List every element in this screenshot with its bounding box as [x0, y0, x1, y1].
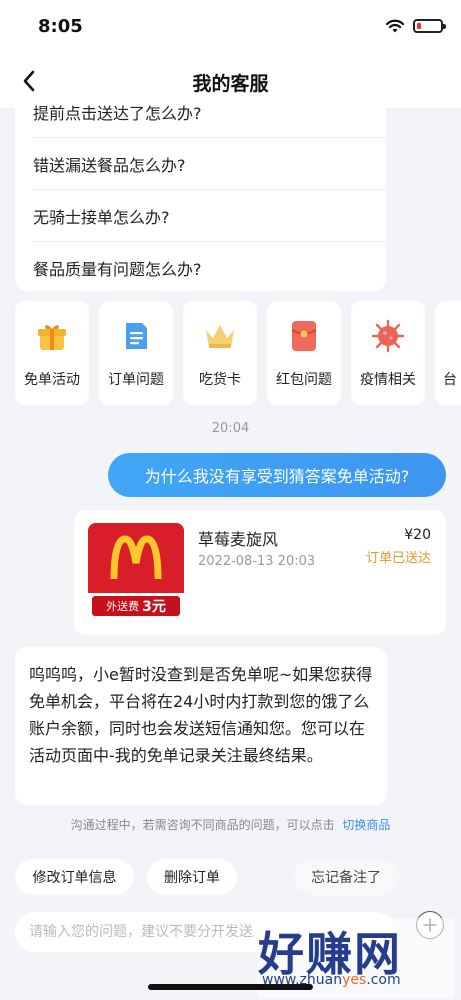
status-bar: 8:05: [0, 0, 461, 56]
quick-entry-epidemic[interactable]: 疫情相关: [351, 301, 425, 405]
watermark-url-accent: yes: [342, 972, 367, 988]
quick-entry-partial[interactable]: 台: [435, 301, 461, 405]
order-date: 2022-08-13 20:03: [198, 554, 316, 569]
bot-message-bubble: 呜呜呜，小e暂时没查到是否免单呢~如果您获得免单机会，平台将在24小时内打款到您…: [15, 647, 387, 805]
quick-entry-red-envelope[interactable]: 红包问题: [267, 301, 341, 405]
partial-card-icon: [455, 319, 461, 353]
order-card[interactable]: 外送费 3元 草莓麦旋风 2022-08-13 20:03 ¥20 订单已送达: [74, 510, 446, 635]
switch-product-link[interactable]: 切换商品: [342, 818, 390, 832]
switch-hint-text: 沟通过程中，若需咨询不同商品的问题，可以点击: [70, 818, 335, 832]
order-status: 订单已送达: [365, 551, 431, 566]
user-message-bubble: 为什么我没有享受到猜答案免单活动?: [108, 453, 446, 497]
quick-entry-label: 吃货卡: [199, 372, 241, 388]
quick-entry-order-issue[interactable]: 订单问题: [99, 301, 173, 405]
home-indicator: [148, 984, 313, 990]
order-price: ¥20: [404, 527, 431, 543]
wifi-icon: [385, 19, 405, 33]
quick-entry-row: 免单活动 订单问题 吃货卡 红包问题 疫情相关 台: [15, 301, 461, 405]
quick-entry-label: 疫情相关: [360, 372, 416, 388]
status-time: 8:05: [38, 16, 83, 37]
mcdonalds-logo: [110, 535, 162, 580]
status-icons: [385, 18, 446, 34]
quick-entry-label: 红包问题: [276, 372, 332, 388]
faq-item[interactable]: 提前点击送达了怎么办?: [33, 96, 386, 138]
switch-product-hint: 沟通过程中，若需咨询不同商品的问题，可以点击 切换商品: [0, 816, 461, 833]
watermark-url-suffix: .com: [366, 972, 401, 988]
faq-item[interactable]: 错送漏送餐品怎么办?: [33, 138, 386, 190]
forgot-note-button[interactable]: 忘记备注了: [293, 859, 399, 895]
delivery-fee-label: 外送费: [106, 600, 140, 613]
quick-entry-foodie-card[interactable]: 吃货卡: [183, 301, 257, 405]
page-title: 我的客服: [192, 73, 269, 95]
delete-order-button[interactable]: 删除订单: [147, 859, 237, 895]
delivery-fee-value: 3元: [142, 599, 166, 615]
virus-icon: [371, 319, 405, 353]
order-item-name: 草莓麦旋风: [198, 530, 279, 549]
battery-icon: [413, 19, 446, 33]
quick-entry-label: 订单问题: [108, 372, 164, 388]
delivery-fee-badge: 外送费 3元: [92, 596, 180, 616]
document-icon: [119, 319, 153, 353]
quick-entry-label: 免单活动: [24, 372, 80, 388]
faq-item[interactable]: 无骑士接单怎么办?: [33, 190, 386, 242]
red-envelope-icon: [287, 319, 321, 353]
modify-order-button[interactable]: 修改订单信息: [15, 859, 134, 895]
faq-item[interactable]: 餐品质量有问题怎么办?: [33, 242, 386, 291]
chat-timestamp: 20:04: [211, 421, 250, 436]
gift-icon: [35, 319, 69, 353]
order-thumbnail: 外送费 3元: [88, 523, 184, 621]
faq-card: 提前点击送达了怎么办? 错送漏送餐品怎么办? 无骑士接单怎么办? 餐品质量有问题…: [15, 96, 386, 291]
quick-entry-free-order[interactable]: 免单活动: [15, 301, 89, 405]
crown-icon: [203, 319, 237, 353]
quick-entry-label: 台: [443, 372, 457, 388]
